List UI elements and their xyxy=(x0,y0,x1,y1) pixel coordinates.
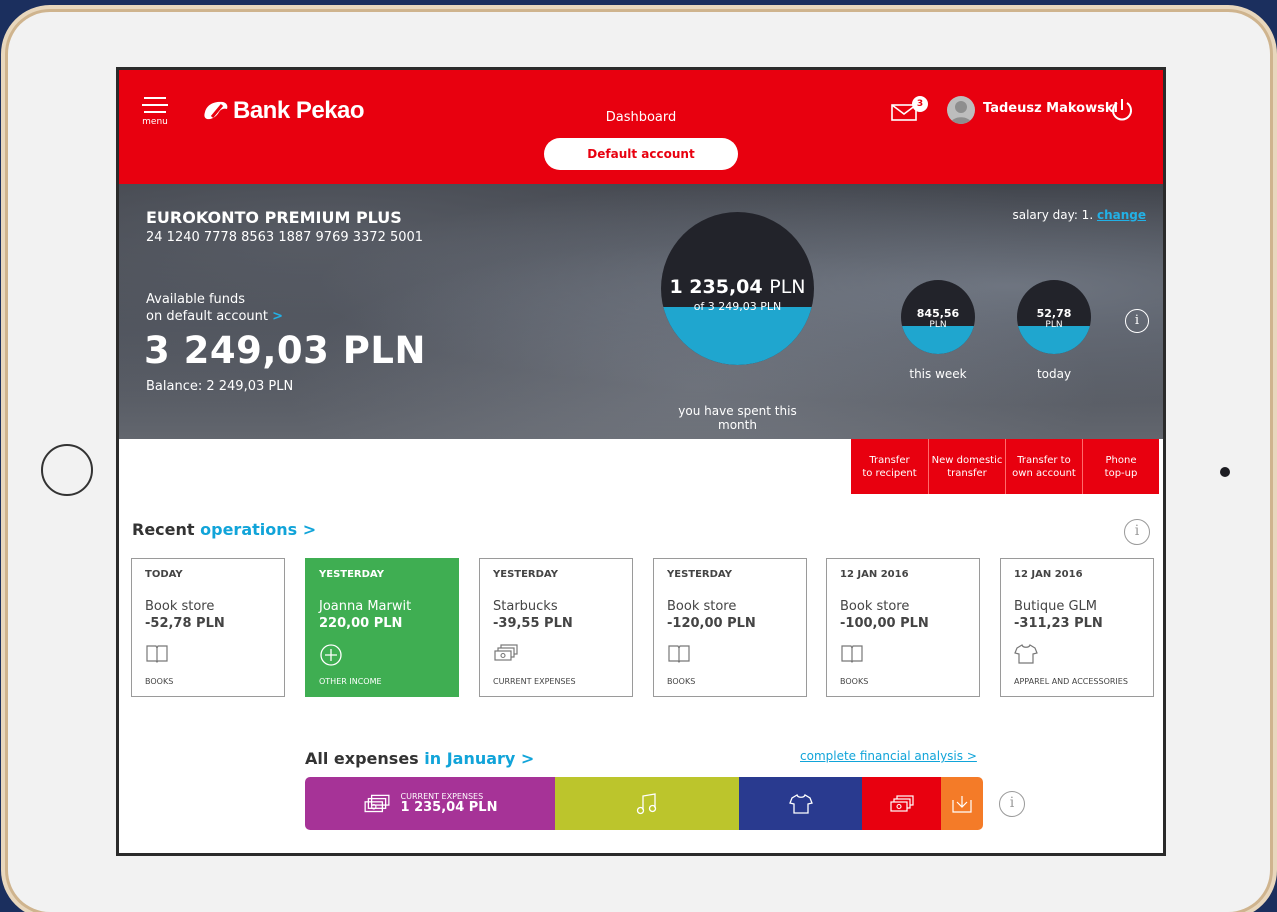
own-account-transfer-button[interactable]: Transfer to own account xyxy=(1005,439,1082,494)
recent-operations-title[interactable]: Recent operations > xyxy=(132,520,316,539)
expenses-title[interactable]: All expenses in January > xyxy=(305,749,534,768)
daily-spent-amount: 52,78 xyxy=(1036,307,1072,320)
recent-operations-link[interactable]: operations > xyxy=(200,520,316,539)
download-icon xyxy=(952,795,972,813)
account-selector[interactable]: Default account xyxy=(544,138,738,170)
expenses-month-link[interactable]: in January > xyxy=(424,749,534,768)
music-icon xyxy=(636,792,657,814)
power-icon xyxy=(1112,99,1132,121)
shirt-icon xyxy=(788,793,813,814)
monthly-spent-amount: 1 235,04 xyxy=(669,276,763,298)
book-icon xyxy=(145,643,169,667)
shirt-icon xyxy=(1014,643,1038,669)
book-icon xyxy=(667,643,691,667)
user-icon xyxy=(950,101,972,124)
daily-spending-gauge[interactable]: 52,78 PLN xyxy=(1017,280,1091,354)
monthly-spending-gauge[interactable]: 1 235,04 PLN of 3 249,03 PLN xyxy=(661,212,814,365)
operation-card[interactable]: 12 JAN 2016 Book store -100,00 PLN BOOKS xyxy=(826,558,980,697)
account-summary: EUROKONTO PREMIUM PLUS 24 1240 7778 8563… xyxy=(119,184,1163,439)
expense-segment-other[interactable] xyxy=(862,777,941,830)
info-icon[interactable]: i xyxy=(1125,309,1149,333)
logout-button[interactable] xyxy=(1109,97,1135,127)
operation-card[interactable]: YESTERDAY Joanna Marwit 220,00 PLN OTHER… xyxy=(305,558,459,697)
account-name: EUROKONTO PREMIUM PLUS xyxy=(146,208,402,227)
account-balance: Balance: 2 249,03 PLN xyxy=(146,379,294,394)
account-number: 24 1240 7778 8563 1887 9769 3372 5001 xyxy=(146,230,424,245)
cash-icon xyxy=(889,794,914,812)
salary-day: salary day: 1. change xyxy=(1012,208,1146,222)
operation-card[interactable]: 12 JAN 2016 Butique GLM -311,23 PLN APPA… xyxy=(1000,558,1154,697)
monthly-spending-fill xyxy=(661,306,814,365)
home-button[interactable] xyxy=(41,444,93,496)
messages-badge: 3 xyxy=(912,96,928,112)
messages-button[interactable]: 3 xyxy=(891,96,928,126)
avatar[interactable] xyxy=(947,96,975,124)
camera xyxy=(1220,467,1230,477)
operation-card[interactable]: YESTERDAY Book store -120,00 PLN BOOKS xyxy=(653,558,807,697)
expenses-bar: CURRENT EXPENSES 1 235,04 PLN xyxy=(305,777,983,830)
user-name[interactable]: Tadeusz Makowski xyxy=(983,101,1118,116)
funds-arrow: > xyxy=(272,309,284,324)
app-screen: menu Bank Pekao Dashboard Default accoun… xyxy=(116,67,1166,856)
available-funds-link[interactable]: Available funds on default account > xyxy=(146,291,283,325)
daily-spending-label: today xyxy=(1036,367,1072,381)
new-domestic-transfer-button[interactable]: New domestic transfer xyxy=(928,439,1005,494)
top-bar: menu Bank Pekao Dashboard Default accoun… xyxy=(119,70,1163,184)
operation-card[interactable]: YESTERDAY Starbucks -39,55 PLN CURRENT E… xyxy=(479,558,633,697)
weekly-spending-label: this week xyxy=(909,367,967,381)
cash-icon xyxy=(493,643,519,667)
available-funds-amount: 3 249,03 PLN xyxy=(144,329,426,372)
weekly-spent-amount: 845,56 xyxy=(916,307,960,320)
expense-segment-savings[interactable] xyxy=(941,777,983,830)
info-icon[interactable]: i xyxy=(999,791,1025,817)
expense-segment-current[interactable]: CURRENT EXPENSES 1 235,04 PLN xyxy=(305,777,555,830)
operation-card[interactable]: TODAY Book store -52,78 PLN BOOKS xyxy=(131,558,285,697)
monthly-limit: of 3 249,03 PLN xyxy=(693,300,782,313)
financial-analysis-link[interactable]: complete financial analysis > xyxy=(800,749,977,763)
info-icon[interactable]: i xyxy=(1124,519,1150,545)
weekly-spending-gauge[interactable]: 845,56 PLN xyxy=(901,280,975,354)
plus-circle-icon xyxy=(319,643,343,671)
cash-icon xyxy=(364,794,390,812)
hamburger-icon xyxy=(144,97,166,99)
expense-segment-entertainment[interactable] xyxy=(555,777,739,830)
monthly-spending-label: you have spent this month xyxy=(678,404,797,432)
quick-actions: Transfer to recipent New domestic transfer… xyxy=(851,439,1159,494)
phone-topup-button[interactable]: Phone top-up xyxy=(1082,439,1159,494)
expense-segment-apparel[interactable] xyxy=(739,777,862,830)
salary-change-link[interactable]: change xyxy=(1097,208,1146,222)
transfer-to-recipient-button[interactable]: Transfer to recipent xyxy=(851,439,928,494)
book-icon xyxy=(840,643,864,667)
